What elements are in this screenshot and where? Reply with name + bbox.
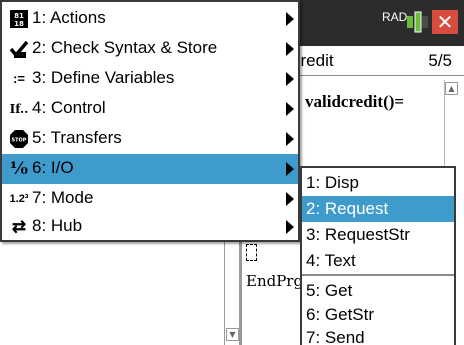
hub-icon: ⇄ — [11, 217, 27, 236]
menu-item-actions[interactable]: 81 18 1: Actions — [2, 4, 298, 34]
submenu-item-text[interactable]: 4: Text — [302, 248, 454, 274]
submenu-arrow-icon — [286, 102, 294, 116]
menu-item-hub[interactable]: ⇄ 8: Hub — [2, 212, 298, 242]
submenu-arrow-icon — [286, 162, 294, 176]
pane-divider — [240, 240, 242, 345]
menu-item-label: 8: Hub — [32, 216, 83, 235]
close-icon[interactable]: ✕ — [432, 10, 458, 34]
transfers-icon: STOP — [8, 129, 30, 149]
submenu-item-label: 7: Send — [306, 328, 365, 345]
menu-item-label: 7: Mode — [32, 188, 94, 207]
submenu-item-requeststr[interactable]: 3: RequestStr — [302, 222, 454, 248]
svg-text:18: 18 — [14, 20, 24, 28]
actions-icon: 81 18 — [8, 9, 30, 29]
left-pane-scrollbar[interactable]: ▼ — [224, 240, 240, 345]
menu-item-io[interactable]: ⅟₀ 6: I/O — [2, 154, 298, 184]
submenu-item-label: 3: RequestStr — [306, 225, 410, 244]
end-program-line: EndPrg — [246, 272, 304, 290]
menu-item-label: 1: Actions — [32, 8, 106, 27]
submenu-arrow-icon — [286, 12, 294, 26]
submenu-item-request[interactable]: 2: Request — [302, 196, 454, 222]
menu-item-define-variables[interactable]: := 3: Define Variables — [2, 64, 298, 94]
submenu-item-label: 2: Request — [306, 199, 389, 218]
submenu-item-send[interactable]: 7: Send — [302, 325, 454, 345]
submenu-separator — [302, 274, 454, 276]
control-icon: If.. — [9, 102, 29, 116]
submenu-item-get[interactable]: 5: Get — [302, 278, 454, 304]
scroll-up-icon[interactable]: ▲ — [445, 82, 458, 95]
submenu-item-label: 4: Text — [306, 251, 356, 270]
submenu-arrow-icon — [286, 132, 294, 146]
battery-icon — [406, 11, 430, 33]
function-definition-line: validcredit()= — [305, 92, 405, 111]
io-submenu: 1: Disp 2: Request 3: RequestStr 4: Text… — [300, 166, 456, 345]
menu-item-label: 5: Transfers — [32, 128, 122, 147]
submenu-item-label: 6: GetStr — [306, 305, 375, 324]
io-icon: ⅟₀ — [10, 159, 28, 179]
menu-item-label: 3: Define Variables — [32, 68, 175, 87]
menu-item-label: 4: Control — [32, 98, 106, 117]
submenu-arrow-icon — [286, 220, 294, 234]
menu-item-transfers[interactable]: STOP 5: Transfers — [2, 124, 298, 154]
page-counter: 5/5 — [428, 51, 452, 70]
svg-text:81: 81 — [14, 12, 24, 20]
svg-text:STOP: STOP — [12, 138, 27, 144]
menu-item-check-syntax[interactable]: 2: Check Syntax & Store — [2, 34, 298, 64]
define-variables-icon: := — [13, 71, 25, 86]
menu-item-label: 6: I/O — [32, 158, 74, 177]
scroll-down-icon[interactable]: ▼ — [226, 328, 239, 341]
mode-icon: 1.2³ — [9, 193, 29, 205]
submenu-item-label: 1: Disp — [306, 173, 359, 192]
input-cursor — [246, 244, 257, 261]
program-editor-menu: 81 18 1: Actions 2: Check Syntax & Store… — [0, 0, 300, 242]
submenu-arrow-icon — [286, 72, 294, 86]
check-syntax-icon — [8, 39, 30, 59]
menu-item-control[interactable]: If.. 4: Control — [2, 94, 298, 124]
submenu-item-label: 5: Get — [306, 281, 353, 300]
submenu-arrow-icon — [286, 42, 294, 56]
menu-item-mode[interactable]: 1.2³ 7: Mode — [2, 184, 298, 214]
menu-item-label: 2: Check Syntax & Store — [32, 38, 218, 57]
submenu-item-disp[interactable]: 1: Disp — [302, 170, 454, 196]
submenu-arrow-icon — [286, 192, 294, 206]
